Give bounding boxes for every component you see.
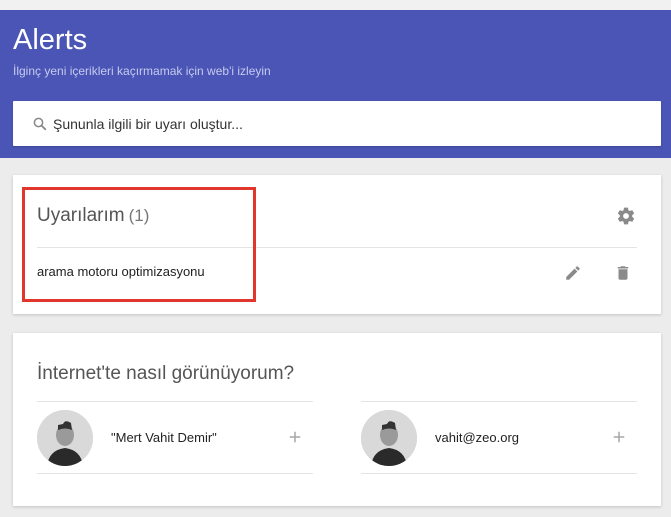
divider [37, 247, 637, 248]
app-subtitle: İlginç yeni içerikleri kaçırmamak için w… [13, 64, 271, 78]
divider [361, 473, 637, 474]
pencil-icon[interactable] [564, 264, 582, 282]
my-alerts-title: Uyarılarım [37, 205, 125, 226]
alert-item-label[interactable]: arama motoru optimizasyonu [37, 264, 205, 279]
person-icon [37, 410, 93, 466]
divider [37, 401, 313, 402]
divider [361, 401, 637, 402]
trash-icon[interactable] [614, 264, 632, 282]
search-icon [33, 117, 47, 130]
top-strip [0, 0, 671, 10]
my-alerts-count: (1) [128, 206, 150, 225]
identity-name: "Mert Vahit Demir" [111, 430, 217, 445]
identity-email: vahit@zeo.org [435, 430, 520, 445]
app-title: Alerts [13, 24, 88, 56]
my-alerts-heading: Uyarılarım (1) [37, 205, 149, 227]
header-banner: Alerts İlginç yeni içerikleri kaçırmamak… [0, 10, 671, 158]
plus-icon[interactable] [286, 428, 304, 446]
avatar [361, 410, 417, 466]
gear-icon[interactable] [616, 206, 636, 226]
person-icon [361, 410, 417, 466]
plus-icon[interactable] [610, 428, 628, 446]
divider [37, 473, 313, 474]
avatar [37, 410, 93, 466]
me-on-web-title: İnternet'te nasıl görünüyorum? [37, 363, 295, 384]
search-input[interactable]: Şununla ilgili bir uyarı oluştur... [13, 101, 661, 146]
me-on-web-card: İnternet'te nasıl görünüyorum? "Mert Vah… [13, 333, 661, 506]
my-alerts-card: Uyarılarım (1) arama motoru optimizasyonu [13, 175, 661, 314]
search-placeholder: Şununla ilgili bir uyarı oluştur... [53, 115, 243, 132]
